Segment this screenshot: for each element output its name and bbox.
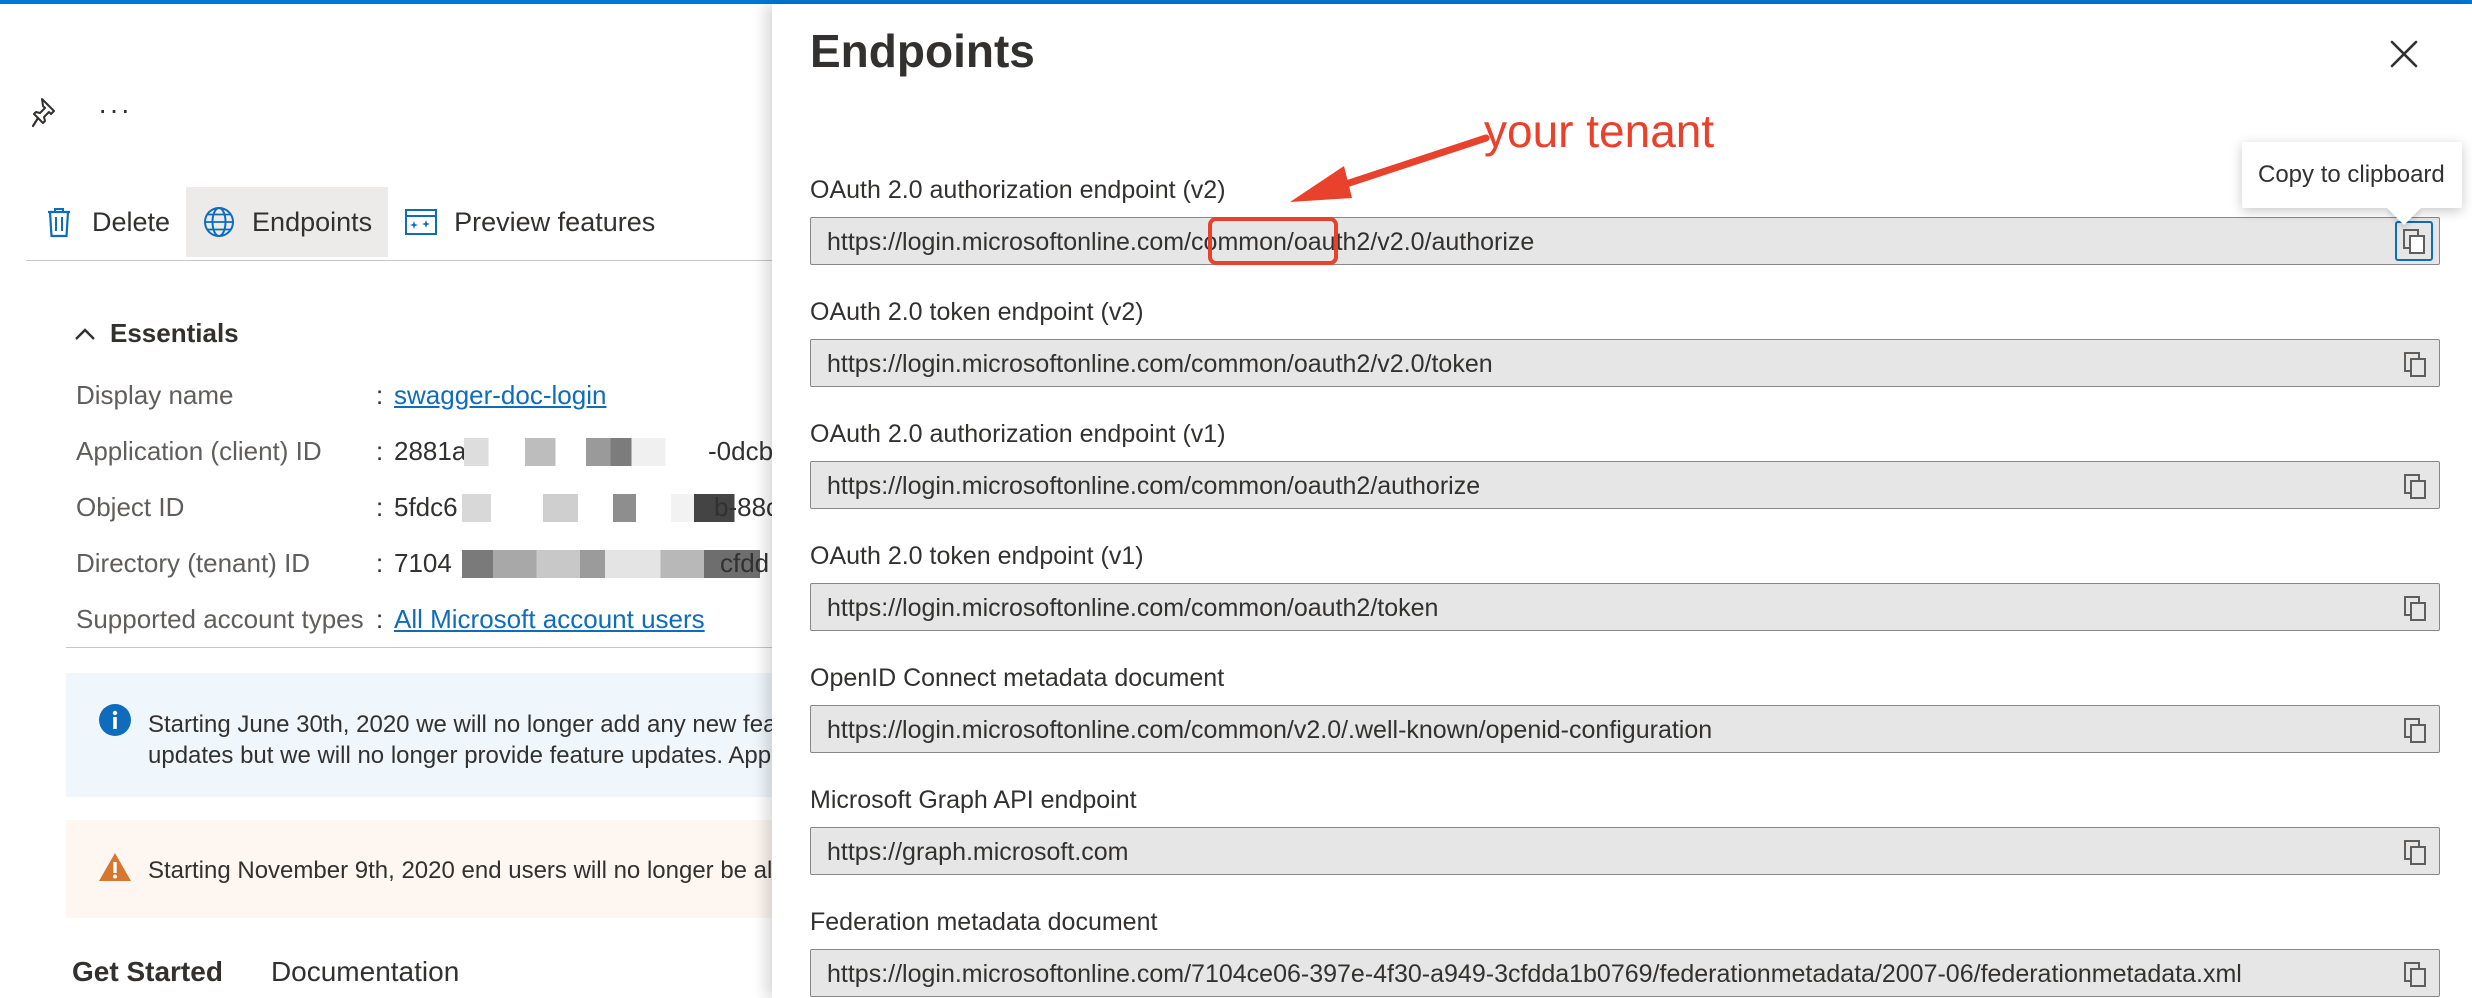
annotation-label: your tenant [1484,105,1715,157]
client-id-end: -0dcb [708,436,772,466]
copy-icon [2403,228,2425,254]
essentials-label: Display name [76,379,234,410]
overview-tabs: Get Started Documentation [72,956,459,988]
endpoint-url-field[interactable]: https://login.microsoftonline.com/common… [810,583,2440,631]
copy-button[interactable] [2403,595,2427,622]
warning-banner: Starting November 9th, 2020 end users wi… [66,820,772,918]
pin-icon[interactable] [31,96,60,128]
essentials-label: Application (client) ID [76,435,322,466]
endpoint-url-field[interactable]: https://login.microsoftonline.com/common… [810,217,2440,265]
tenant-id-value: 7104 cfdd [394,546,772,580]
annotation-arrow-icon [1290,134,1490,202]
copy-button[interactable] [2395,221,2433,261]
globe-icon [202,205,236,239]
close-icon[interactable] [2382,32,2426,76]
warning-icon [99,853,131,881]
endpoint-label: Federation metadata document [810,908,1158,936]
tenant-id-start: 7104 [394,548,452,578]
tooltip-text: Copy to clipboard [2258,161,2445,188]
tenant-id-end: cfdd [720,548,770,578]
endpoint-url: https://login.microsoftonline.com/common… [827,472,1481,500]
essentials-toggle[interactable]: Essentials [74,318,239,349]
info-icon [99,704,131,736]
preview-features-icon [404,205,438,239]
client-id-value: 2881a -0dcb [394,434,772,468]
copy-icon [2404,352,2426,377]
copy-icon [2404,962,2426,987]
copy-icon [2404,474,2426,499]
trash-icon [42,205,76,239]
more-icon[interactable]: ··· [98,96,132,124]
essentials-title: Essentials [110,318,239,348]
essentials-row-object-id: Object ID : 5fdc6 b-88c9 [76,487,772,527]
endpoint-label: OAuth 2.0 token endpoint (v1) [810,542,1144,570]
copy-button[interactable] [2403,839,2427,866]
essentials-label: Directory (tenant) ID [76,547,311,578]
endpoint-label: OAuth 2.0 token endpoint (v2) [810,298,1144,326]
endpoint-label: OAuth 2.0 authorization endpoint (v1) [810,420,1226,448]
account-types-link[interactable]: All Microsoft account users [394,604,705,635]
delete-button[interactable]: Delete [26,187,186,257]
object-id-start: 5fdc6 [394,492,458,522]
essentials-row-client-id: Application (client) ID : 2881a -0dcb [76,431,772,471]
endpoint-url: https://login.microsoftonline.com/common… [827,716,1713,744]
endpoint-url-field[interactable]: https://login.microsoftonline.com/common… [810,461,2440,509]
endpoint-url: https://login.microsoftonline.com/common… [827,594,1439,622]
redaction-blur [462,494,752,522]
copy-button[interactable] [2403,717,2427,744]
essentials-divider [66,647,772,648]
copy-icon [2404,840,2426,865]
tab-get-started[interactable]: Get Started [72,956,223,988]
essentials-label: Supported account types [76,603,364,634]
endpoints-panel: Endpoints OAuth 2.0 authorization endpoi… [772,4,2472,998]
client-id-start: 2881a [394,436,467,466]
annotation-highlight-box [1208,217,1338,265]
essentials-row-tenant-id: Directory (tenant) ID : 7104 cfdd [76,543,772,583]
preview-features-label: Preview features [454,206,656,237]
warning-banner-text: Starting November 9th, 2020 end users wi… [148,857,772,884]
endpoint-url: https://login.microsoftonline.com/7104ce… [827,960,2242,988]
endpoints-label: Endpoints [252,206,373,237]
object-id-value: 5fdc6 b-88c9 [394,490,772,524]
app-registration-overview: ··· Delete Endpoints Preview features Es… [0,4,772,998]
copy-button[interactable] [2403,473,2427,500]
copy-button[interactable] [2403,351,2427,378]
endpoint-url: https://graph.microsoft.com [827,838,1129,866]
display-name-link[interactable]: swagger-doc-login [394,380,606,411]
endpoint-label: OAuth 2.0 authorization endpoint (v2) [810,176,1226,204]
endpoint-url-field[interactable]: https://graph.microsoft.com [810,827,2440,875]
tab-documentation[interactable]: Documentation [271,956,459,988]
copy-icon [2404,596,2426,621]
essentials-row-account-types: Supported account types : All Microsoft … [76,603,705,635]
essentials-label: Object ID [76,491,185,522]
delete-label: Delete [92,206,171,237]
endpoint-url: https://login.microsoftonline.com/common… [827,350,1493,378]
endpoints-button[interactable]: Endpoints [186,187,389,257]
copy-button[interactable] [2403,961,2427,988]
object-id-end: b-88c9 [714,492,772,522]
preview-features-button[interactable]: Preview features [388,187,671,257]
copy-icon [2404,718,2426,743]
endpoint-label: OpenID Connect metadata document [810,664,1225,692]
info-banner: Starting June 30th, 2020 we will no long… [66,673,772,797]
endpoint-url: https://login.microsoftonline.com/common… [827,228,1535,256]
panel-title: Endpoints [810,25,1035,77]
command-bar: Delete Endpoints Preview features [26,187,671,257]
chevron-up-icon [75,327,95,340]
endpoint-label: Microsoft Graph API endpoint [810,786,1137,814]
essentials-row-display-name: Display name : swagger-doc-login [76,379,607,411]
copy-tooltip: Copy to clipboard [2242,142,2462,225]
endpoint-url-field[interactable]: https://login.microsoftonline.com/common… [810,705,2440,753]
command-bar-divider [26,260,772,261]
endpoint-url-field[interactable]: https://login.microsoftonline.com/7104ce… [810,949,2440,997]
info-banner-text: Starting June 30th, 2020 we will no long… [148,711,772,769]
endpoint-url-field[interactable]: https://login.microsoftonline.com/common… [810,339,2440,387]
